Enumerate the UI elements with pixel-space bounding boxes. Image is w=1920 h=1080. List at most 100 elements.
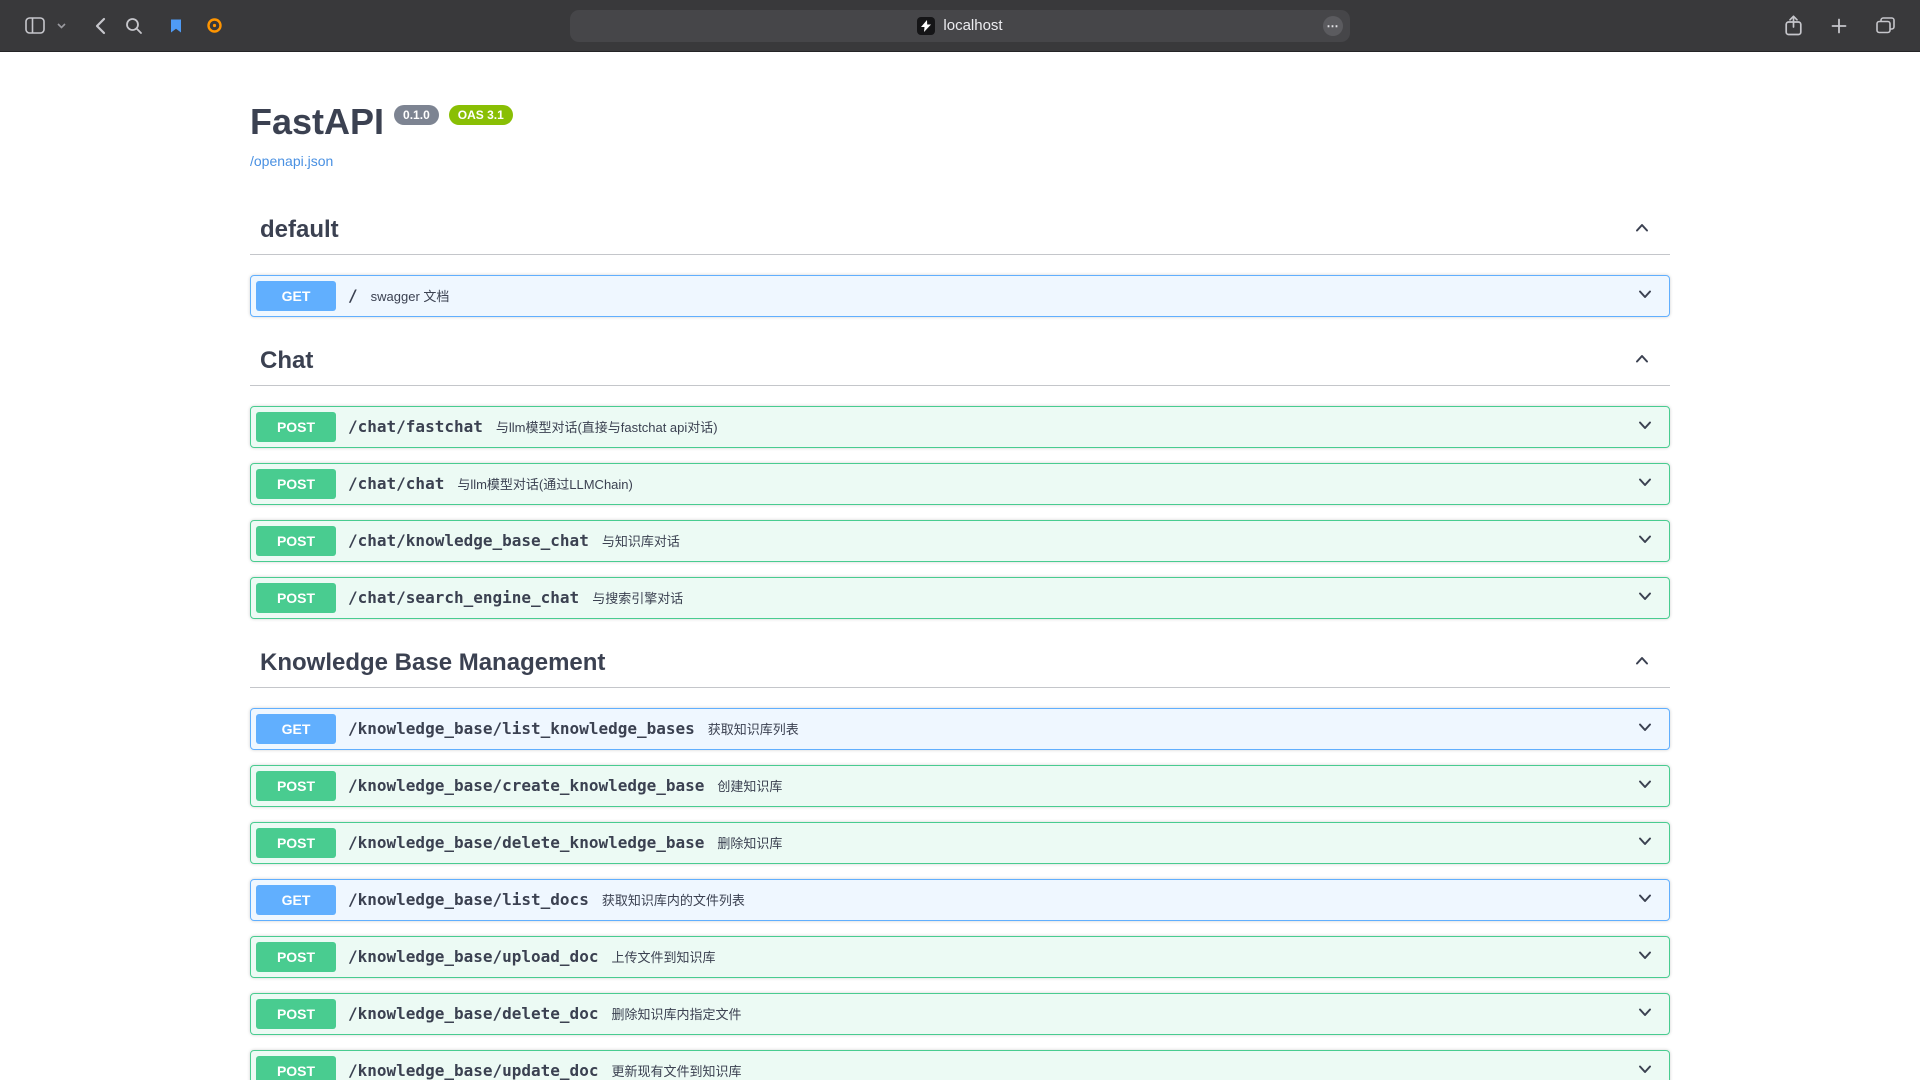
operation-expand-button[interactable] <box>1626 529 1664 552</box>
section-header[interactable]: Knowledge Base Management <box>250 639 1670 688</box>
operation-expand-button[interactable] <box>1626 284 1664 307</box>
chevron-down-icon <box>1635 1002 1655 1025</box>
chevron-down-icon <box>57 23 66 29</box>
chevron-up-icon <box>1632 651 1652 674</box>
operation-path: /knowledge_base/delete_doc <box>348 1004 598 1023</box>
section-header[interactable]: Chat <box>250 337 1670 386</box>
swagger-page: FastAPI 0.1.0 OAS 3.1 /openapi.json defa… <box>0 52 1920 1080</box>
operation-path: /chat/search_engine_chat <box>348 588 579 607</box>
section-header[interactable]: default <box>250 206 1670 255</box>
operation-summary: 与知识库对话 <box>602 531 1626 550</box>
operation-row[interactable]: POST /chat/knowledge_base_chat 与知识库对话 <box>250 520 1670 562</box>
method-badge: POST <box>256 583 336 613</box>
search-icon <box>125 17 143 35</box>
operation-path: /chat/fastchat <box>348 417 483 436</box>
orange-ring-icon <box>206 17 223 34</box>
page-options-button[interactable]: ⋯ <box>1323 16 1343 36</box>
chevron-down-icon <box>1635 284 1655 307</box>
section-collapse-button[interactable] <box>1628 651 1656 674</box>
operation-expand-button[interactable] <box>1626 472 1664 495</box>
api-section: Chat POST /chat/fastchat 与llm模型对话(直接与fas… <box>250 337 1670 639</box>
section-operations: POST /chat/fastchat 与llm模型对话(直接与fastchat… <box>250 386 1670 639</box>
extension-button-orange[interactable] <box>203 11 225 41</box>
method-badge: POST <box>256 1056 336 1080</box>
operation-summary: 上传文件到知识库 <box>611 947 1626 966</box>
page-title: FastAPI 0.1.0 OAS 3.1 <box>250 102 1670 142</box>
operation-expand-button[interactable] <box>1626 831 1664 854</box>
site-favicon <box>917 17 935 35</box>
operation-expand-button[interactable] <box>1626 1059 1664 1080</box>
chevron-down-icon <box>1635 1059 1655 1080</box>
operation-expand-button[interactable] <box>1626 415 1664 438</box>
plus-icon <box>1831 18 1847 34</box>
method-badge: POST <box>256 771 336 801</box>
sidebar-icon <box>25 17 45 34</box>
operation-row[interactable]: POST /knowledge_base/delete_knowledge_ba… <box>250 822 1670 864</box>
section-collapse-button[interactable] <box>1628 218 1656 241</box>
operation-path: /chat/knowledge_base_chat <box>348 531 589 550</box>
blue-bookmark-icon <box>169 18 183 34</box>
operation-summary: 获取知识库内的文件列表 <box>602 890 1626 909</box>
method-badge: POST <box>256 828 336 858</box>
operation-expand-button[interactable] <box>1626 717 1664 740</box>
operation-path: /knowledge_base/create_knowledge_base <box>348 776 704 795</box>
chevron-down-icon <box>1635 586 1655 609</box>
chevron-down-icon <box>1635 472 1655 495</box>
operation-expand-button[interactable] <box>1626 945 1664 968</box>
operation-expand-button[interactable] <box>1626 774 1664 797</box>
chevron-up-icon <box>1632 349 1652 372</box>
method-badge: GET <box>256 281 336 311</box>
chevron-down-icon <box>1635 717 1655 740</box>
section-collapse-button[interactable] <box>1628 349 1656 372</box>
extension-button-blue[interactable] <box>165 11 187 41</box>
api-title-text: FastAPI <box>250 102 384 142</box>
sidebar-dropdown-button[interactable] <box>53 11 69 41</box>
sidebar-toggle-button[interactable] <box>18 11 52 41</box>
search-button[interactable] <box>117 11 151 41</box>
method-badge: POST <box>256 942 336 972</box>
section-title: Knowledge Base Management <box>260 649 1628 677</box>
method-badge: GET <box>256 714 336 744</box>
operation-expand-button[interactable] <box>1626 888 1664 911</box>
address-bar[interactable]: localhost ⋯ <box>570 10 1350 42</box>
section-operations: GET / swagger 文档 <box>250 255 1670 337</box>
share-icon <box>1785 15 1802 36</box>
chevron-up-icon <box>1632 218 1652 241</box>
operation-row[interactable]: POST /chat/chat 与llm模型对话(通过LLMChain) <box>250 463 1670 505</box>
operation-row[interactable]: POST /knowledge_base/update_doc 更新现有文件到知… <box>250 1050 1670 1080</box>
operation-row[interactable]: POST /knowledge_base/delete_doc 删除知识库内指定… <box>250 993 1670 1035</box>
operation-summary: 创建知识库 <box>717 776 1626 795</box>
operation-row[interactable]: POST /knowledge_base/upload_doc 上传文件到知识库 <box>250 936 1670 978</box>
back-button[interactable] <box>83 11 117 41</box>
operation-path: / <box>348 286 358 305</box>
operation-expand-button[interactable] <box>1626 586 1664 609</box>
operation-row[interactable]: GET /knowledge_base/list_knowledge_bases… <box>250 708 1670 750</box>
chevron-down-icon <box>1635 888 1655 911</box>
operation-summary: 与llm模型对话(通过LLMChain) <box>457 474 1626 493</box>
operation-row[interactable]: POST /chat/search_engine_chat 与搜索引擎对话 <box>250 577 1670 619</box>
method-badge: POST <box>256 526 336 556</box>
operation-row[interactable]: POST /knowledge_base/create_knowledge_ba… <box>250 765 1670 807</box>
api-sections: default GET / swagger 文档 Chat <box>250 206 1670 1080</box>
share-button[interactable] <box>1776 11 1810 41</box>
openapi-spec-link[interactable]: /openapi.json <box>250 153 333 169</box>
operation-path: /knowledge_base/list_knowledge_bases <box>348 719 695 738</box>
section-title: default <box>260 216 1628 244</box>
chevron-down-icon <box>1635 415 1655 438</box>
chevron-down-icon <box>1635 529 1655 552</box>
new-tab-button[interactable] <box>1822 11 1856 41</box>
operation-path: /knowledge_base/upload_doc <box>348 947 598 966</box>
operation-summary: 删除知识库 <box>717 833 1626 852</box>
operation-summary: 与搜索引擎对话 <box>592 588 1626 607</box>
chevron-down-icon <box>1635 774 1655 797</box>
operation-row[interactable]: GET /knowledge_base/list_docs 获取知识库内的文件列… <box>250 879 1670 921</box>
operation-expand-button[interactable] <box>1626 1002 1664 1025</box>
operation-path: /knowledge_base/update_doc <box>348 1061 598 1080</box>
tab-overview-button[interactable] <box>1868 11 1902 41</box>
operation-row[interactable]: POST /chat/fastchat 与llm模型对话(直接与fastchat… <box>250 406 1670 448</box>
operation-row[interactable]: GET / swagger 文档 <box>250 275 1670 317</box>
back-arrow-icon <box>95 17 106 35</box>
method-badge: POST <box>256 999 336 1029</box>
operation-summary: 与llm模型对话(直接与fastchat api对话) <box>496 417 1626 436</box>
version-badge: 0.1.0 <box>394 105 439 125</box>
